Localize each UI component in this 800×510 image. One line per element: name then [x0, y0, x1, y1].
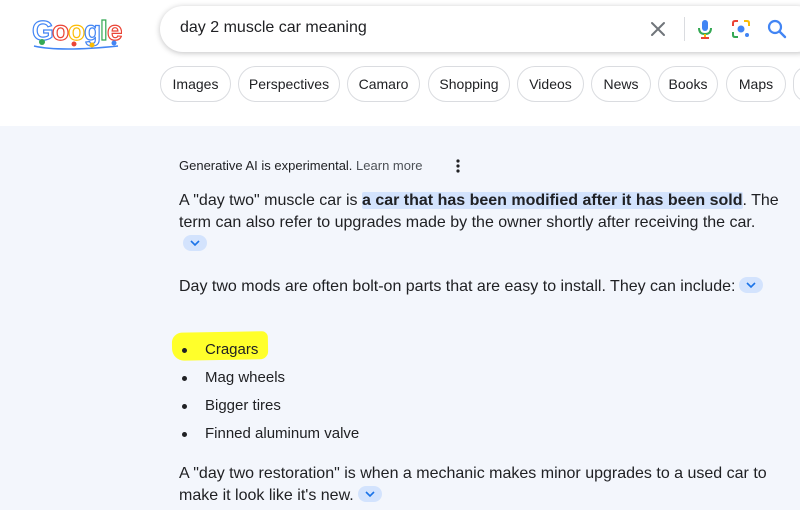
ai-paragraph-1: A "day two" muscle car is a car that has… [179, 190, 779, 256]
more-options-icon[interactable] [450, 157, 466, 175]
p1-before: A "day two" muscle car is [179, 192, 362, 209]
chevron-down-icon [190, 240, 200, 246]
chip-shopping[interactable]: Shopping [428, 66, 510, 102]
expand-sources-button[interactable] [357, 485, 382, 502]
clear-icon[interactable] [646, 17, 670, 41]
chip-more[interactable] [793, 66, 800, 102]
chip-camaro[interactable]: Camaro [347, 66, 420, 102]
chip-videos[interactable]: Videos [517, 66, 584, 102]
chip-maps[interactable]: Maps [726, 66, 786, 102]
ai-paragraph-2: Day two mods are often bolt-on parts tha… [179, 276, 779, 298]
search-input[interactable]: day 2 muscle car meaning [180, 19, 367, 37]
lens-icon[interactable] [729, 17, 753, 41]
chevron-down-icon [365, 491, 375, 497]
bullet-dot [182, 376, 187, 381]
ai-paragraph-3: A "day two restoration" is when a mechan… [179, 463, 779, 507]
svg-text:o: o [52, 15, 69, 46]
chip-images[interactable]: Images [160, 66, 231, 102]
ai-overview-panel: Generative AI is experimental. Learn mor… [0, 126, 800, 510]
p1-highlight: a car that has been modified after it ha… [361, 192, 743, 209]
chip-perspectives[interactable]: Perspectives [238, 66, 340, 102]
svg-text:o: o [68, 15, 85, 46]
bullet-dot [182, 432, 187, 437]
list-item-text: Cragars [205, 341, 259, 358]
p2-text: Day two mods are often bolt-on parts tha… [179, 278, 736, 295]
search-divider [684, 17, 685, 41]
google-doodle-logo[interactable]: G o o g l e [30, 12, 122, 52]
ai-disclaimer: Generative AI is experimental. Learn mor… [179, 158, 423, 173]
p3-text: A "day two restoration" is when a mechan… [179, 465, 767, 504]
bullet-dot [182, 404, 187, 409]
learn-more-link[interactable]: Learn more [356, 158, 422, 173]
chip-news[interactable]: News [591, 66, 651, 102]
ai-disclaimer-text: Generative AI is experimental. [179, 158, 353, 173]
bullet-dot [182, 348, 187, 353]
list-item-text: Mag wheels [205, 369, 286, 386]
list-item-text: Bigger tires [205, 397, 281, 414]
chip-books[interactable]: Books [658, 66, 718, 102]
list-item-text: Finned aluminum valve [205, 425, 360, 442]
expand-sources-button[interactable] [183, 234, 207, 251]
expand-sources-button[interactable] [739, 276, 764, 293]
microphone-icon[interactable] [693, 17, 717, 41]
chevron-down-icon [746, 282, 757, 288]
svg-text:g: g [84, 15, 101, 46]
search-results-page: G o o g l e day 2 muscle car meaning Ima… [0, 0, 800, 510]
search-box[interactable]: day 2 muscle car meaning [160, 6, 800, 52]
search-icon[interactable] [765, 17, 789, 41]
